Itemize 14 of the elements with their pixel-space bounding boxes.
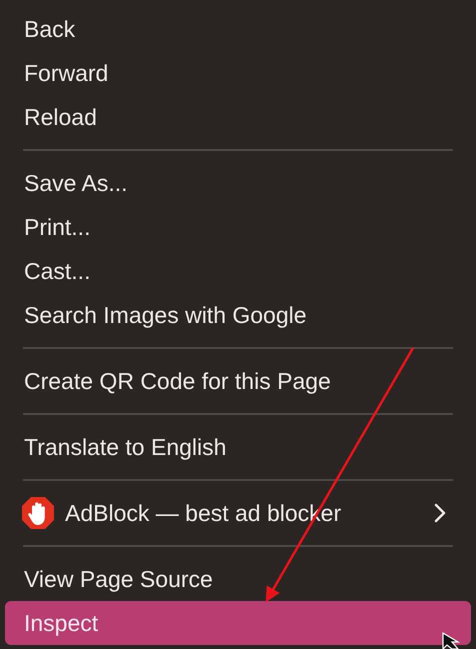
- mouse-cursor-icon: [442, 632, 460, 649]
- menu-item[interactable]: Create QR Code for this Page: [5, 359, 471, 403]
- menu-item[interactable]: Inspect: [5, 601, 471, 645]
- menu-item[interactable]: Forward: [5, 51, 471, 95]
- menu-item[interactable]: Print...: [5, 205, 471, 249]
- hand-stop-icon: [21, 496, 55, 530]
- menu-item[interactable]: Cast...: [5, 249, 471, 293]
- menu-item[interactable]: Save As...: [5, 161, 471, 205]
- menu-item[interactable]: View Page Source: [5, 557, 471, 601]
- menu-item[interactable]: Search Images with Google: [5, 293, 471, 337]
- chevron-right-icon: [434, 503, 446, 523]
- menu-item[interactable]: Back: [5, 7, 471, 51]
- menu-item[interactable]: Translate to English: [5, 425, 471, 469]
- menu-item[interactable]: Reload: [5, 95, 471, 139]
